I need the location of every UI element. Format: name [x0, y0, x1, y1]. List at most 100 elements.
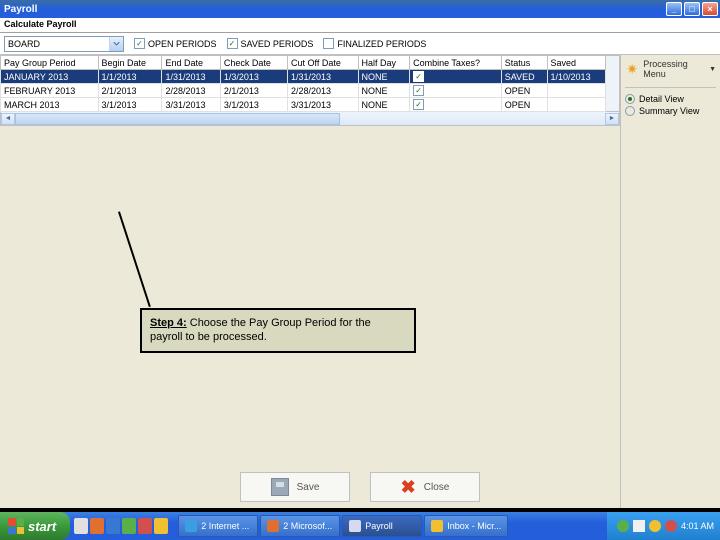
table-cell: 2/28/2013	[162, 84, 220, 98]
open-periods-checkbox[interactable]: ✓ OPEN PERIODS	[134, 38, 217, 49]
quick-launch-icon[interactable]	[90, 518, 104, 534]
column-header[interactable]: Pay Group Period	[1, 56, 99, 70]
table-cell: NONE	[358, 98, 410, 112]
task-label: 2 Internet ...	[201, 521, 249, 531]
tray-icon[interactable]	[633, 520, 645, 532]
column-header[interactable]: Begin Date	[98, 56, 162, 70]
callout-step: Step 4:	[150, 317, 187, 329]
saved-periods-label: SAVED PERIODS	[241, 39, 314, 49]
finalized-periods-label: FINALIZED PERIODS	[337, 39, 426, 49]
taskbar: start 2 Internet ... 2 Microsof... Payroll…	[0, 512, 720, 540]
table-cell: 2/28/2013	[287, 84, 358, 98]
callout-box: Step 4: Choose the Pay Group Period for …	[140, 308, 416, 353]
window-title-bar: Payroll _ □ ×	[0, 0, 720, 18]
radio-icon	[625, 94, 635, 104]
column-header[interactable]: Combine Taxes?	[410, 56, 502, 70]
table-cell: 2/1/2013	[98, 84, 162, 98]
checkbox-icon[interactable]: ✓	[413, 71, 424, 82]
vertical-scrollbar[interactable]	[606, 55, 620, 112]
scroll-track[interactable]	[15, 113, 605, 125]
task-icon	[349, 520, 361, 532]
checkbox-icon[interactable]: ✓	[413, 85, 424, 96]
save-icon	[271, 478, 289, 496]
table-cell	[547, 98, 605, 112]
table-cell: 3/31/2013	[162, 98, 220, 112]
quick-launch-icon[interactable]	[122, 518, 136, 534]
close-button[interactable]: ✖ Close	[370, 472, 480, 502]
maximize-button[interactable]: □	[684, 2, 700, 16]
quick-launch-icon[interactable]	[106, 518, 120, 534]
callout-pointer	[118, 211, 151, 307]
save-button[interactable]: Save	[240, 472, 350, 502]
table-cell: SAVED	[501, 70, 547, 84]
start-button[interactable]: start	[0, 512, 70, 540]
quick-launch-icon[interactable]	[74, 518, 88, 534]
table-row[interactable]: MARCH 20133/1/20133/31/20133/1/20133/31/…	[1, 98, 606, 112]
column-header[interactable]: Saved	[547, 56, 605, 70]
task-icon	[185, 520, 197, 532]
window-title: Payroll	[4, 4, 666, 15]
period-table: Pay Group PeriodBegin DateEnd DateCheck …	[0, 55, 606, 112]
table-cell: 3/1/2013	[220, 98, 287, 112]
table-cell: ✓	[410, 70, 502, 84]
tray-icon[interactable]	[649, 520, 661, 532]
finalized-periods-checkbox[interactable]: FINALIZED PERIODS	[323, 38, 426, 49]
table-cell: OPEN	[501, 84, 547, 98]
tray-icon[interactable]	[665, 520, 677, 532]
table-cell: FEBRUARY 2013	[1, 84, 99, 98]
summary-view-label: Summary View	[639, 106, 699, 116]
taskbar-task[interactable]: Payroll	[342, 515, 422, 537]
close-window-button[interactable]: ×	[702, 2, 718, 16]
column-header[interactable]: End Date	[162, 56, 220, 70]
scroll-thumb[interactable]	[15, 113, 340, 125]
table-cell	[547, 84, 605, 98]
horizontal-scrollbar[interactable]: ◄ ►	[0, 112, 620, 126]
table-cell: OPEN	[501, 98, 547, 112]
column-header[interactable]: Half Day	[358, 56, 410, 70]
open-periods-label: OPEN PERIODS	[148, 39, 217, 49]
column-header[interactable]: Cut Off Date	[287, 56, 358, 70]
table-cell: JANUARY 2013	[1, 70, 99, 84]
subwindow-title: Calculate Payroll	[0, 18, 720, 33]
taskbar-task[interactable]: 2 Microsof...	[260, 515, 340, 537]
close-icon: ✖	[401, 477, 416, 498]
save-label: Save	[297, 482, 320, 493]
page-body: Step 4: Choose the Pay Group Period for …	[0, 126, 620, 508]
quick-launch-icon[interactable]	[138, 518, 152, 534]
table-cell: ✓	[410, 84, 502, 98]
chevron-down-icon[interactable]	[109, 37, 123, 51]
clock: 4:01 AM	[681, 521, 714, 531]
tray-icon[interactable]	[617, 520, 629, 532]
task-label: Inbox - Micr...	[447, 521, 501, 531]
scroll-left-icon[interactable]: ◄	[1, 113, 15, 125]
task-icon	[267, 520, 279, 532]
main-content: Pay Group PeriodBegin DateEnd DateCheck …	[0, 55, 720, 508]
scroll-right-icon[interactable]: ►	[605, 113, 619, 125]
detail-view-label: Detail View	[639, 94, 684, 104]
column-header[interactable]: Status	[501, 56, 547, 70]
table-row[interactable]: FEBRUARY 20132/1/20132/28/20132/1/20132/…	[1, 84, 606, 98]
taskbar-tasks: 2 Internet ... 2 Microsof... Payroll Inbox …	[178, 515, 607, 537]
checkbox-icon	[323, 38, 334, 49]
paygroup-combo[interactable]: BOARD	[4, 36, 124, 52]
table-cell: 1/10/2013	[547, 70, 605, 84]
filter-bar: BOARD ✓ OPEN PERIODS ✓ SAVED PERIODS FIN…	[0, 33, 720, 55]
saved-periods-checkbox[interactable]: ✓ SAVED PERIODS	[227, 38, 314, 49]
table-cell: 1/31/2013	[162, 70, 220, 84]
taskbar-task[interactable]: 2 Internet ...	[178, 515, 258, 537]
paygroup-combo-value: BOARD	[5, 39, 109, 49]
checkbox-icon[interactable]: ✓	[413, 99, 424, 110]
table-row[interactable]: JANUARY 20131/1/20131/31/20131/3/20131/3…	[1, 70, 606, 84]
summary-view-radio[interactable]: Summary View	[625, 106, 716, 116]
detail-view-radio[interactable]: Detail View	[625, 94, 716, 104]
gear-icon: ✷	[625, 61, 639, 77]
quick-launch-icon[interactable]	[154, 518, 168, 534]
table-cell: NONE	[358, 84, 410, 98]
minimize-button[interactable]: _	[666, 2, 682, 16]
start-label: start	[28, 519, 56, 534]
processing-menu-button[interactable]: ✷ Processing Menu ▼	[625, 59, 716, 79]
system-tray: 4:01 AM	[607, 512, 720, 540]
column-header[interactable]: Check Date	[220, 56, 287, 70]
task-label: 2 Microsof...	[283, 521, 332, 531]
taskbar-task[interactable]: Inbox - Micr...	[424, 515, 508, 537]
